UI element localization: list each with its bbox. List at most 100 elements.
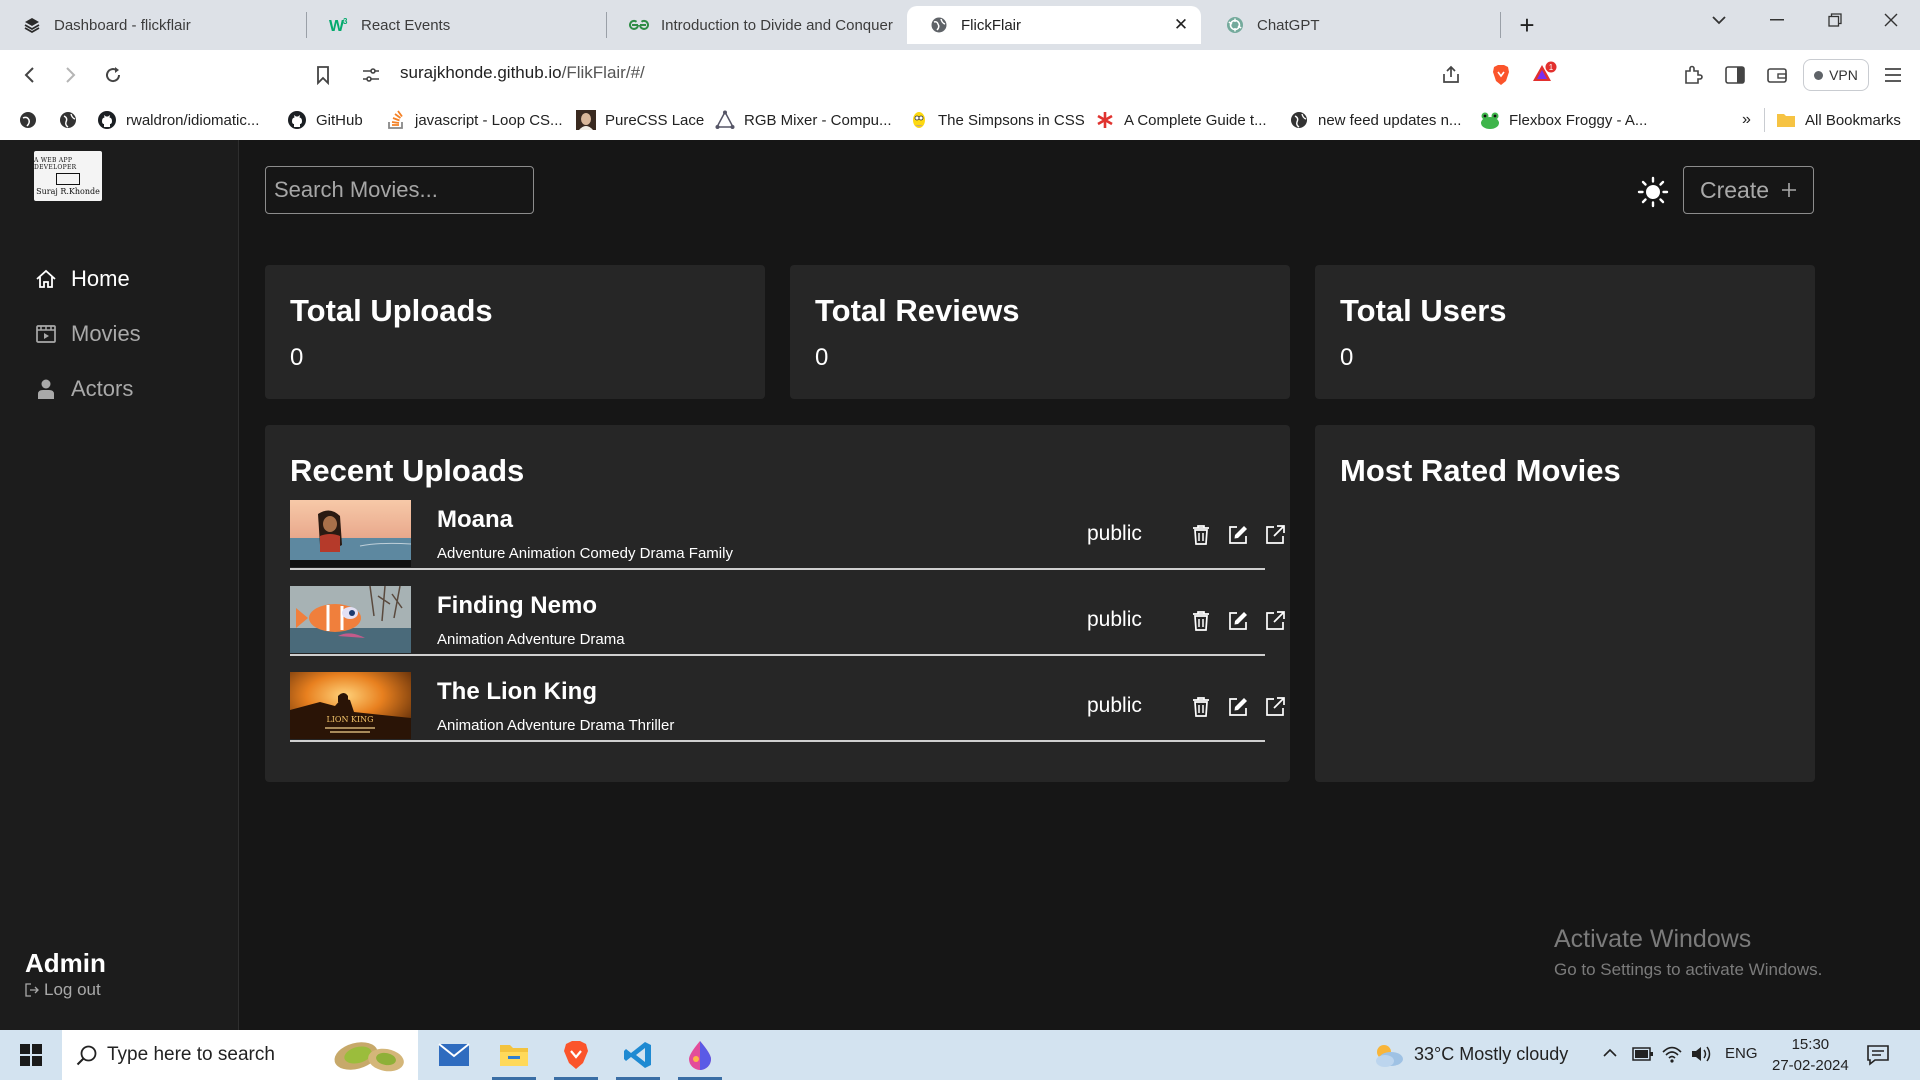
bookmark-item[interactable]: javascript - Loop CS... (386, 108, 563, 132)
bookmark-item[interactable]: rwaldron/idiomatic... (97, 108, 259, 132)
edit-icon[interactable] (1225, 694, 1251, 720)
close-icon[interactable]: ✕ (1171, 15, 1191, 35)
chevron-up-icon[interactable] (1602, 1047, 1618, 1059)
app-logo[interactable]: A WEB APP DEVELOPER Suraj R.Khonde (34, 151, 102, 201)
bookmark-item[interactable]: GitHub (287, 108, 363, 132)
edit-icon[interactable] (1225, 522, 1251, 548)
volume-icon[interactable] (1690, 1044, 1714, 1064)
home-icon (34, 267, 58, 291)
taskbar-app-vscode[interactable] (608, 1030, 668, 1080)
delete-icon[interactable] (1188, 694, 1214, 720)
sidebar-item-actors[interactable]: Actors (34, 373, 133, 405)
all-bookmarks-label: All Bookmarks (1805, 111, 1901, 129)
taskbar-app-explorer[interactable] (484, 1030, 544, 1080)
edit-icon[interactable] (1225, 608, 1251, 634)
weather-text[interactable]: 33°C Mostly cloudy (1414, 1044, 1568, 1065)
browser-tab[interactable]: Introduction to Divide and Conquer (607, 6, 897, 44)
all-bookmarks-button[interactable]: All Bookmarks (1776, 108, 1901, 132)
recent-uploads-panel: Recent Uploads Moana Adventure Animation… (265, 425, 1290, 782)
brave-shield-icon[interactable] (1484, 58, 1518, 92)
taskbar-app-brave[interactable] (546, 1030, 606, 1080)
minimize-icon[interactable] (1748, 0, 1806, 40)
battery-icon[interactable] (1632, 1045, 1654, 1063)
reload-icon[interactable] (96, 58, 130, 92)
activate-windows-watermark: Activate Windows Go to Settings to activ… (1554, 925, 1822, 980)
movie-poster[interactable] (290, 500, 411, 567)
forward-icon[interactable] (54, 58, 88, 92)
wifi-icon[interactable] (1661, 1044, 1683, 1064)
bookmark-item[interactable]: PureCSS Lace (576, 108, 704, 132)
windows-taskbar: Type here to search 33°C Mostly cloudy E… (0, 1030, 1920, 1080)
create-button[interactable]: Create (1683, 166, 1814, 214)
new-tab-button[interactable]: + (1512, 10, 1542, 40)
browser-toolbar: surajkhonde.github.io/FlikFlair/#/ 1 VPN (0, 50, 1920, 100)
bookmark-item[interactable]: Flexbox Froggy - A... (1480, 108, 1647, 132)
brave-rewards-icon[interactable]: 1 (1527, 56, 1561, 90)
notifications-icon[interactable] (1866, 1043, 1890, 1067)
restore-icon[interactable] (1806, 0, 1864, 40)
bookmark-label: rwaldron/idiomatic... (126, 111, 260, 129)
site-settings-icon[interactable] (354, 58, 388, 92)
logout-button[interactable]: Log out (25, 980, 101, 1000)
taskbar-search-placeholder: Type here to search (107, 1044, 275, 1065)
menu-icon[interactable] (1876, 58, 1910, 92)
globe-icon (1289, 110, 1309, 130)
browser-tab-active[interactable]: FlickFlair ✕ (907, 6, 1201, 44)
stat-value: 0 (1340, 344, 1354, 371)
bookmark-icon[interactable] (306, 58, 340, 92)
sidebar-item-movies[interactable]: Movies (34, 318, 141, 350)
logo-tagline: A WEB APP DEVELOPER (34, 156, 77, 171)
bookmark-item[interactable] (18, 108, 47, 132)
windows-logo-icon (20, 1044, 42, 1066)
bookmarks-overflow-button[interactable]: » (1742, 108, 1751, 132)
theme-toggle-button[interactable] (1636, 175, 1670, 209)
w3schools-icon: W3 (329, 15, 349, 35)
open-external-icon[interactable] (1262, 608, 1288, 634)
delete-icon[interactable] (1188, 608, 1214, 634)
delete-icon[interactable] (1188, 522, 1214, 548)
notification-badge: 1 (1549, 63, 1554, 72)
movie-title: Moana (437, 506, 514, 533)
clock-time: 15:30 (1791, 1036, 1830, 1053)
open-external-icon[interactable] (1262, 522, 1288, 548)
sidebar-toggle-icon[interactable] (1718, 58, 1752, 92)
movie-title: Finding Nemo (437, 592, 597, 619)
movie-status: public (1087, 522, 1142, 545)
wallet-icon[interactable] (1760, 58, 1794, 92)
stat-card-users: Total Users 0 (1315, 265, 1815, 399)
browser-tab[interactable]: W3 React Events (307, 6, 605, 44)
taskbar-search-box[interactable]: Type here to search (62, 1030, 418, 1080)
start-button[interactable] (0, 1030, 62, 1080)
plus-icon (1781, 182, 1797, 198)
stat-card-reviews: Total Reviews 0 (790, 265, 1290, 399)
movie-poster[interactable]: LION KING (290, 672, 411, 739)
taskbar-clock[interactable]: 15:30 27-02-2024 (1772, 1034, 1849, 1076)
stat-value: 0 (290, 344, 304, 371)
globe-icon (58, 110, 78, 130)
taskbar-app-paint[interactable] (670, 1030, 730, 1080)
bookmark-item[interactable]: RGB Mixer - Compu... (715, 108, 892, 132)
open-external-icon[interactable] (1262, 694, 1288, 720)
bookmark-item[interactable]: The Simpsons in CSS (909, 108, 1085, 132)
movie-poster[interactable] (290, 586, 411, 653)
vpn-button[interactable]: VPN (1803, 59, 1869, 91)
url-path: /FlikFlair/#/ (561, 63, 645, 82)
tab-search-icon[interactable] (1690, 0, 1748, 40)
browser-tab[interactable]: Dashboard - flickflair (0, 6, 305, 44)
search-input[interactable] (265, 166, 534, 214)
sidebar-item-home[interactable]: Home (34, 263, 130, 295)
bookmark-item[interactable] (58, 108, 87, 132)
taskbar-app-mail[interactable] (424, 1030, 484, 1080)
browser-tab[interactable]: ChatGPT (1203, 6, 1500, 44)
folder-icon (1776, 110, 1796, 130)
back-icon[interactable] (12, 58, 46, 92)
language-indicator[interactable]: ENG (1725, 1045, 1758, 1062)
address-bar[interactable]: surajkhonde.github.io/FlikFlair/#/ (400, 63, 645, 83)
share-icon[interactable] (1434, 58, 1468, 92)
bookmark-label: new feed updates n... (1318, 111, 1462, 129)
app-sidebar: A WEB APP DEVELOPER Suraj R.Khonde Home … (0, 140, 239, 1030)
close-window-icon[interactable] (1862, 0, 1920, 40)
extensions-icon[interactable] (1676, 58, 1710, 92)
bookmark-item[interactable]: A Complete Guide t... (1095, 108, 1267, 132)
bookmark-item[interactable]: new feed updates n... (1289, 108, 1461, 132)
